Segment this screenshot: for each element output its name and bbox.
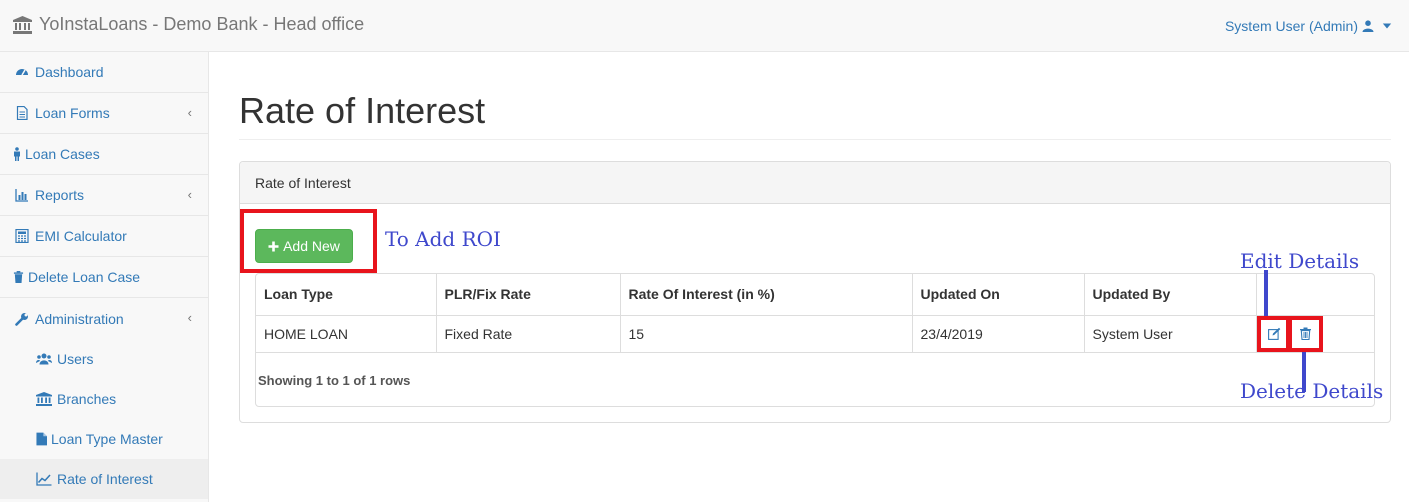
user-name: System User (Admin) (1224, 18, 1358, 34)
user-icon (1362, 20, 1374, 32)
sidebar-item-label: Loan Type Master (51, 431, 163, 447)
cell-plr-fix-rate: Fixed Rate (436, 315, 621, 353)
column-header-plr-fix-rate[interactable]: PLR/Fix Rate (436, 274, 621, 316)
chevron-left-icon: ‹ (187, 187, 192, 202)
chevron-left-icon: ‹ (187, 105, 192, 120)
sidebar-item-rate-of-interest[interactable]: Rate of Interest (0, 459, 208, 499)
column-header-updated-by[interactable]: Updated By (1084, 274, 1257, 316)
annotation-delete-details: Delete Details (1240, 379, 1384, 403)
wrench-icon (14, 311, 30, 327)
chevron-left-icon: ‹ (187, 310, 192, 325)
table-header-row: Loan Type PLR/Fix Rate Rate Of Interest … (256, 274, 1374, 316)
column-header-rate-of-interest[interactable]: Rate Of Interest (in %) (620, 274, 913, 316)
sidebar-item-loan-type-master[interactable]: Loan Type Master (0, 419, 208, 459)
cell-loan-type: HOME LOAN (256, 315, 437, 353)
sidebar-item-label: Administration (35, 310, 124, 327)
bank-icon (13, 15, 32, 34)
calculator-icon (14, 228, 30, 244)
cell-updated-on: 23/4/2019 (912, 315, 1085, 353)
cell-updated-by: System User (1084, 315, 1257, 353)
annotation-edit-details: Edit Details (1240, 249, 1360, 273)
sidebar-item-delete-loan-case[interactable]: Delete Loan Case (0, 257, 208, 298)
bank-icon (35, 391, 52, 407)
sidebar-item-label: Loan Forms (35, 105, 110, 121)
sidebar-item-administration[interactable]: Administration ‹ (0, 298, 208, 339)
column-header-updated-on[interactable]: Updated On (912, 274, 1085, 316)
pagination-info: Showing 1 to 1 of 1 rows (258, 373, 411, 388)
edit-highlight (1257, 316, 1290, 352)
line-chart-icon (35, 471, 52, 487)
sidebar-item-emi-calculator[interactable]: EMI Calculator (0, 216, 208, 257)
roi-table: Loan Type PLR/Fix Rate Rate Of Interest … (255, 273, 1375, 407)
column-header-loan-type[interactable]: Loan Type (256, 274, 437, 316)
table-row: HOME LOAN Fixed Rate 15 23/4/2019 System… (256, 315, 1374, 353)
user-menu[interactable]: System User (Admin) (1225, 18, 1392, 34)
annotation-add-roi: To Add ROI (385, 227, 501, 251)
brand[interactable]: YoInstaLoans - Demo Bank - Head office (13, 14, 364, 35)
dashboard-icon (14, 64, 30, 80)
sidebar-item-label: Users (57, 351, 94, 367)
title-divider (239, 139, 1391, 140)
users-icon (35, 351, 52, 367)
file-icon (35, 431, 48, 447)
trash-icon (12, 269, 24, 285)
sidebar-item-users[interactable]: Users (0, 339, 208, 379)
page-title: Rate of Interest (239, 90, 486, 131)
add-new-highlight (240, 209, 377, 273)
sidebar-item-loan-forms[interactable]: Loan Forms ‹ (0, 93, 208, 134)
sidebar-item-label: Reports (35, 187, 85, 203)
bar-chart-icon (14, 187, 30, 203)
annotation-edit-line (1264, 270, 1268, 316)
sidebar: Dashboard Loan Forms ‹ Loan Cases Report… (0, 52, 209, 502)
panel-heading: Rate of Interest (240, 162, 1390, 204)
sidebar-item-dashboard[interactable]: Dashboard (0, 52, 208, 93)
sidebar-item-label: Delete Loan Case (28, 269, 141, 285)
column-header-actions (1256, 274, 1374, 316)
sidebar-item-label: Dashboard (35, 64, 104, 80)
cell-rate-of-interest: 15 (620, 315, 913, 353)
brand-text: YoInstaLoans - Demo Bank - Head office (39, 14, 365, 34)
sidebar-item-label: Rate of Interest (57, 471, 153, 487)
sidebar-item-label: Branches (57, 391, 117, 407)
top-navbar: YoInstaLoans - Demo Bank - Head office S… (0, 0, 1409, 52)
delete-highlight (1288, 316, 1323, 352)
person-icon (12, 146, 22, 162)
file-icon (14, 105, 30, 121)
sidebar-item-loan-cases[interactable]: Loan Cases (0, 134, 208, 175)
sidebar-item-branches[interactable]: Branches (0, 379, 208, 419)
sidebar-item-label: EMI Calculator (35, 228, 127, 244)
sidebar-item-reports[interactable]: Reports ‹ (0, 175, 208, 216)
caret-down-icon (1382, 23, 1392, 29)
sidebar-item-label: Loan Cases (25, 146, 100, 162)
